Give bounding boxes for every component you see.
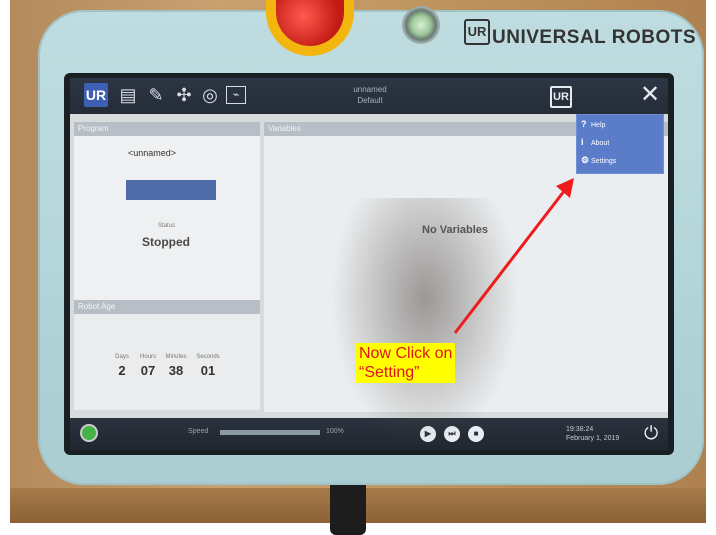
program-progress-bar	[126, 180, 216, 200]
no-variables-text: No Variables	[422, 224, 489, 236]
ur-plus-icon[interactable]: UR	[550, 86, 572, 108]
play-icon[interactable]: ▶	[420, 426, 436, 442]
age-minutes: Minutes 38	[158, 354, 194, 378]
speed-slider-fill	[220, 430, 320, 435]
menu-item-settings[interactable]: ⚙ Settings	[581, 153, 616, 167]
stop-icon[interactable]: ■	[468, 426, 484, 442]
header-bar: UR ▤ ✎ ✣ ◎ ⌁ unnamed Default UR ✕	[70, 78, 668, 114]
move-tab-icon[interactable]: ✣	[172, 83, 196, 107]
brand-name: UNIVERSAL ROBOTS	[492, 27, 697, 48]
footer-bar: Speed 100% ▶ ⏭ ■ 19:38:24 February 1, 20…	[70, 418, 668, 450]
age-seconds: Seconds 01	[190, 354, 226, 378]
age-seconds-value: 01	[200, 363, 216, 378]
speed-label: Speed	[188, 428, 209, 435]
menu-item-settings-label: Settings	[591, 158, 617, 165]
status-value: Stopped	[142, 235, 190, 249]
age-minutes-label: Minutes	[165, 354, 187, 360]
io-tab-icon[interactable]: ◎	[198, 83, 222, 107]
run-tab-icon[interactable]: UR	[84, 83, 108, 107]
program-panel-header: Program	[74, 122, 260, 136]
clock: 19:38:24 February 1, 2019	[566, 425, 619, 443]
clock-date: February 1, 2019	[566, 435, 620, 442]
program-name: <unnamed>	[128, 148, 177, 158]
program-title: unnamed Default	[340, 84, 400, 106]
speed-value: 100%	[326, 428, 344, 435]
installation-tab-icon[interactable]: ✎	[144, 83, 168, 107]
step-icon[interactable]: ⏭	[444, 426, 460, 442]
installation-title-line: Default	[357, 96, 383, 105]
power-button-icon[interactable]	[404, 8, 438, 42]
power-icon[interactable]: ⏻	[644, 423, 658, 443]
menu-item-help[interactable]: ? Help	[581, 117, 605, 131]
menu-item-about-label: About	[591, 140, 610, 147]
status-label: Status	[158, 223, 176, 229]
instruction-line-1: Now Click on	[359, 345, 453, 362]
age-seconds-label: Seconds	[196, 354, 220, 360]
hamburger-close-icon[interactable]: ✕	[640, 82, 660, 108]
robot-status-indicator[interactable]	[82, 426, 96, 440]
hamburger-menu: ? Help i About ⚙ Settings	[576, 114, 664, 174]
menu-item-about[interactable]: i About	[581, 135, 609, 149]
program-title-line: unnamed	[353, 85, 387, 94]
ur-logo: UR	[464, 19, 490, 45]
log-tab-icon[interactable]: ⌁	[226, 86, 246, 104]
instruction-callout: Now Click on “Setting”	[356, 343, 456, 383]
speed-slider[interactable]	[220, 430, 320, 435]
info-icon: i	[581, 137, 584, 147]
instruction-line-2: “Setting”	[359, 364, 420, 381]
clock-time: 19:38:24	[566, 426, 594, 433]
menu-item-help-label: Help	[591, 122, 606, 129]
touch-screen: UR ▤ ✎ ✣ ◎ ⌁ unnamed Default UR ✕ Progra…	[70, 78, 668, 450]
gear-icon: ⚙	[581, 155, 590, 165]
help-icon: ?	[581, 119, 587, 129]
age-minutes-value: 38	[168, 363, 184, 378]
program-tab-icon[interactable]: ▤	[116, 83, 140, 107]
robot-age-header: Robot Age	[74, 300, 260, 314]
